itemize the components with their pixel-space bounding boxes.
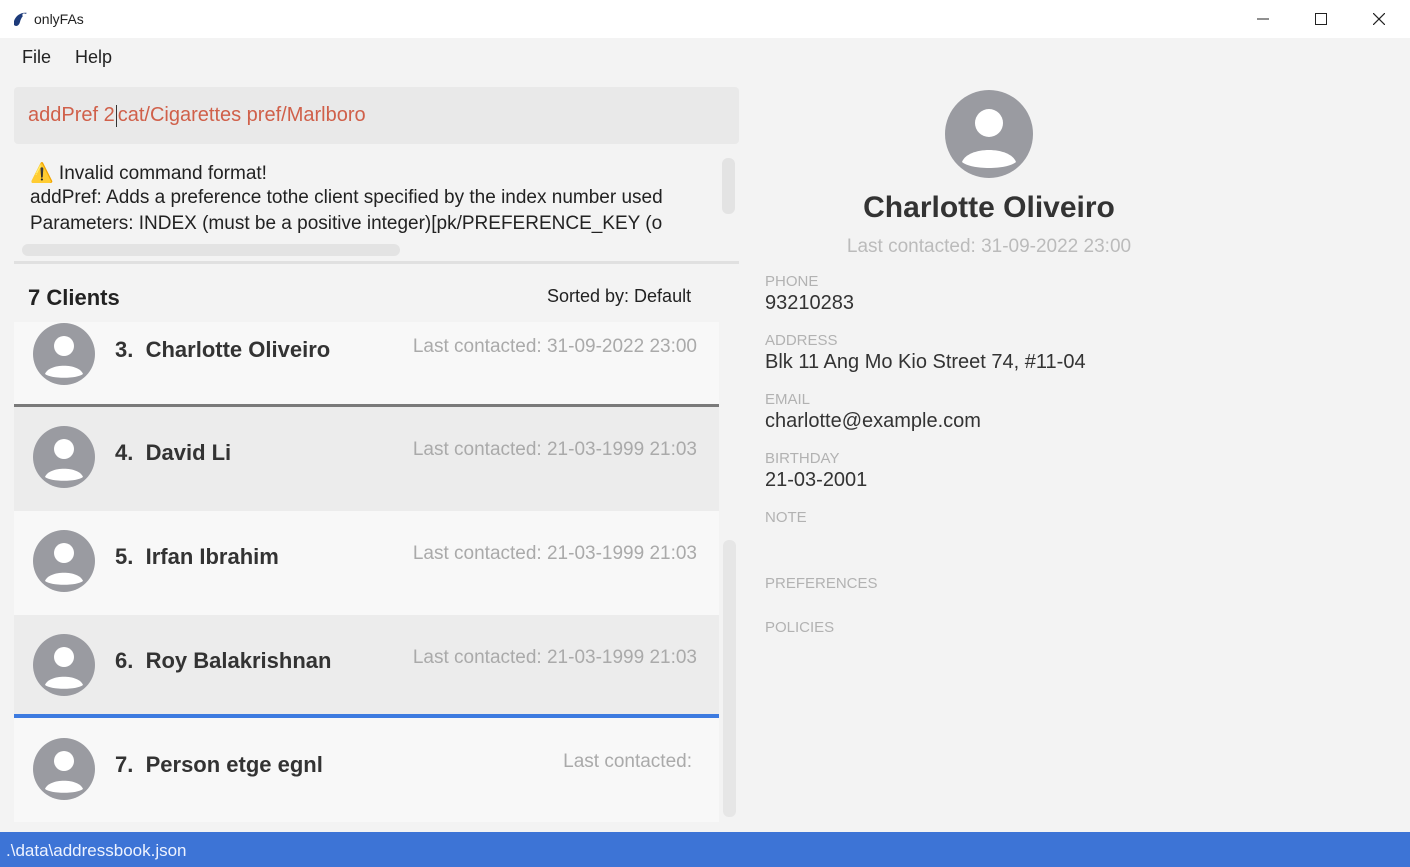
detail-avatar-icon [945,90,1033,178]
panel-divider[interactable] [14,261,739,264]
avatar-icon [33,530,95,592]
client-count: 7 Clients [28,285,120,310]
result-line-2: addPref: Adds a preference tothe client … [30,187,663,208]
client-last-contacted: Last contacted: [563,751,692,772]
avatar-icon [33,634,95,696]
command-text-before-caret: addPref 2 [28,104,115,126]
phone-value: 93210283 [765,292,854,314]
policies-label: POLICIES [765,619,835,636]
client-last-contacted: Last contacted: 21-03-1999 21:03 [412,543,697,564]
client-last-contacted: Last contacted: 31-09-2022 23:00 [412,336,697,357]
client-card[interactable]: 5. Irfan Ibrahim Last contacted: 21-03-1… [14,511,719,615]
card-separator [14,404,719,407]
address-value: Blk 11 Ang Mo Kio Street 74, #11-04 [765,351,1086,373]
close-button[interactable] [1350,0,1408,38]
result-display: ⚠️ Invalid command format! addPref: Adds… [14,150,739,262]
email-label: EMAIL [765,391,811,408]
birthday-value: 21-03-2001 [765,469,868,491]
avatar-icon [33,426,95,488]
client-name: 3. Charlotte Oliveiro [115,337,331,362]
minimize-icon [1257,18,1269,20]
client-last-contacted: Last contacted: 21-03-1999 21:03 [412,647,697,668]
client-card[interactable]: 7. Person etge egnl Last contacted: [14,718,719,822]
command-text-after-caret: cat/Cigarettes pref/Marlboro [117,104,366,126]
client-last-contacted: Last contacted: 21-03-1999 21:03 [412,439,697,460]
selected-card-border [14,714,719,718]
avatar-icon [33,738,95,800]
title-bar: onlyFAs [0,0,1410,39]
minimize-button[interactable] [1234,0,1292,38]
command-input[interactable]: addPref 2 cat/Cigarettes pref/Marlboro [14,87,739,144]
text-caret [115,104,117,127]
detail-last-contacted: Last contacted: 31-09-2022 23:00 [846,236,1132,257]
email-value: charlotte@example.com [765,410,981,432]
client-list-scrollbar[interactable] [723,540,736,817]
app-logo-icon [14,12,27,26]
status-bar: .\data\addressbook.json [0,832,1410,867]
birthday-label: BIRTHDAY [765,450,840,467]
detail-name: Charlotte Oliveiro [863,191,1115,224]
sort-label: Sorted by: Default [547,286,692,306]
maximize-button[interactable] [1292,0,1350,38]
client-card[interactable]: 3. Charlotte Oliveiro Last contacted: 31… [14,322,719,404]
result-vertical-scrollbar[interactable] [722,158,735,214]
menu-help[interactable]: Help [75,47,112,68]
result-line-1: ⚠️ Invalid command format! [30,163,267,184]
save-location: .\data\addressbook.json [6,841,187,860]
phone-label: PHONE [765,273,819,290]
client-card[interactable]: 4. David Li Last contacted: 21-03-1999 2… [14,407,719,511]
menu-file[interactable]: File [22,47,51,68]
menu-bar: File Help [0,38,1410,74]
client-name: 7. Person etge egnl [115,752,323,777]
client-name: 5. Irfan Ibrahim [115,544,279,569]
client-list: 3. Charlotte Oliveiro Last contacted: 31… [14,322,719,822]
client-card[interactable]: 6. Roy Balakrishnan Last contacted: 21-0… [14,615,719,719]
preferences-label: PREFERENCES [765,575,878,592]
command-text: addPref 2 cat/Cigarettes pref/Marlboro [28,104,366,127]
client-name: 6. Roy Balakrishnan [115,648,332,673]
result-horizontal-scrollbar[interactable] [22,244,400,256]
note-label: NOTE [765,509,807,526]
client-name: 4. David Li [115,440,232,465]
maximize-icon [1315,13,1327,25]
address-label: ADDRESS [765,332,838,349]
result-line-3: Parameters: INDEX (must be a positive in… [30,213,663,234]
close-icon [1373,13,1385,25]
avatar-icon [33,323,95,385]
window-title: onlyFAs [34,11,84,27]
